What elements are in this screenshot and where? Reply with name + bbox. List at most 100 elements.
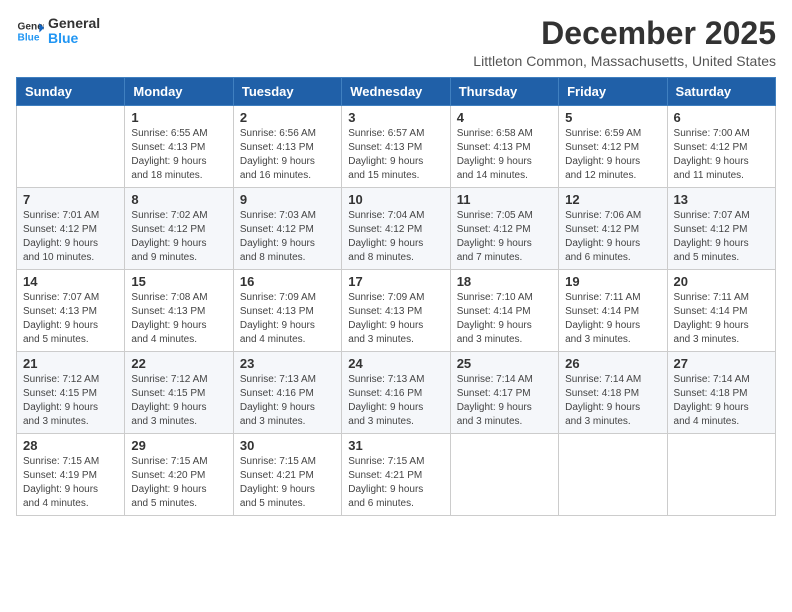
days-header-row: SundayMondayTuesdayWednesdayThursdayFrid… [17,78,776,106]
day-info: Sunrise: 7:05 AMSunset: 4:12 PMDaylight:… [457,209,552,265]
calendar-cell: 26 Sunrise: 7:14 AMSunset: 4:18 PMDayligh… [559,352,667,434]
calendar-cell: 4 Sunrise: 6:58 AMSunset: 4:13 PMDaylight… [450,106,558,188]
location-subtitle: Littleton Common, Massachusetts, United … [473,53,776,69]
header-wednesday: Wednesday [342,78,450,106]
day-info: Sunrise: 7:15 AMSunset: 4:21 PMDaylight:… [348,455,443,511]
calendar-cell: 29Sunrise: 7:15 AMSunset: 4:20 PMDayligh… [125,434,233,516]
calendar-cell: 10 Sunrise: 7:04 AMSunset: 4:12 PMDayligh… [342,188,450,270]
day-number: 22 [131,356,226,371]
calendar-cell: 15Sunrise: 7:08 AMSunset: 4:13 PMDayligh… [125,270,233,352]
day-number: 21 [23,356,118,371]
day-number: 6 [674,110,769,125]
day-number: 20 [674,274,769,289]
day-info: Sunrise: 7:13 AMSunset: 4:16 PMDaylight:… [240,373,335,429]
calendar-cell: 1 Sunrise: 6:55 AMSunset: 4:13 PMDaylight… [125,106,233,188]
day-info: Sunrise: 7:11 AMSunset: 4:14 PMDaylight:… [565,291,660,347]
logo-icon: General Blue [16,17,44,45]
day-info: Sunrise: 7:06 AMSunset: 4:12 PMDaylight:… [565,209,660,265]
week-row-4: 21 Sunrise: 7:12 AMSunset: 4:15 PMDayligh… [17,352,776,434]
day-info: Sunrise: 6:58 AMSunset: 4:13 PMDaylight:… [457,127,552,183]
day-number: 24 [348,356,443,371]
calendar-cell: 7Sunrise: 7:01 AMSunset: 4:12 PMDaylight… [17,188,125,270]
day-info: Sunrise: 7:10 AMSunset: 4:14 PMDaylight:… [457,291,552,347]
day-number: 23 [240,356,335,371]
day-number: 14 [23,274,118,289]
day-info: Sunrise: 7:04 AMSunset: 4:12 PMDaylight:… [348,209,443,265]
day-number: 5 [565,110,660,125]
calendar-cell: 5 Sunrise: 6:59 AMSunset: 4:12 PMDaylight… [559,106,667,188]
calendar-cell: 24 Sunrise: 7:13 AMSunset: 4:16 PMDayligh… [342,352,450,434]
day-info: Sunrise: 6:56 AMSunset: 4:13 PMDaylight:… [240,127,335,183]
day-number: 31 [348,438,443,453]
day-number: 27 [674,356,769,371]
day-number: 1 [131,110,226,125]
day-info: Sunrise: 7:08 AMSunset: 4:13 PMDaylight:… [131,291,226,347]
day-number: 17 [348,274,443,289]
week-row-2: 7Sunrise: 7:01 AMSunset: 4:12 PMDaylight… [17,188,776,270]
calendar-cell: 27 Sunrise: 7:14 AMSunset: 4:18 PMDayligh… [667,352,775,434]
page-header: General Blue General Blue December 2025 … [16,16,776,69]
day-info: Sunrise: 7:03 AMSunset: 4:12 PMDaylight:… [240,209,335,265]
calendar-cell: 8 Sunrise: 7:02 AMSunset: 4:12 PMDaylight… [125,188,233,270]
day-number: 4 [457,110,552,125]
day-number: 29 [131,438,226,453]
day-number: 19 [565,274,660,289]
day-info: Sunrise: 7:15 AMSunset: 4:21 PMDaylight:… [240,455,335,511]
calendar-cell [17,106,125,188]
day-info: Sunrise: 6:59 AMSunset: 4:12 PMDaylight:… [565,127,660,183]
day-number: 11 [457,192,552,207]
header-thursday: Thursday [450,78,558,106]
day-info: Sunrise: 7:12 AMSunset: 4:15 PMDaylight:… [131,373,226,429]
calendar-cell: 20Sunrise: 7:11 AMSunset: 4:14 PMDayligh… [667,270,775,352]
calendar-cell [559,434,667,516]
header-tuesday: Tuesday [233,78,341,106]
week-row-5: 28 Sunrise: 7:15 AMSunset: 4:19 PMDayligh… [17,434,776,516]
day-number: 13 [674,192,769,207]
day-number: 10 [348,192,443,207]
day-number: 2 [240,110,335,125]
title-section: December 2025 Littleton Common, Massachu… [473,16,776,69]
day-info: Sunrise: 7:14 AMSunset: 4:18 PMDaylight:… [565,373,660,429]
header-sunday: Sunday [17,78,125,106]
logo: General Blue General Blue [16,16,100,47]
svg-text:Blue: Blue [18,33,40,44]
day-info: Sunrise: 7:02 AMSunset: 4:12 PMDaylight:… [131,209,226,265]
day-info: Sunrise: 7:14 AMSunset: 4:17 PMDaylight:… [457,373,552,429]
day-number: 25 [457,356,552,371]
day-info: Sunrise: 7:00 AMSunset: 4:12 PMDaylight:… [674,127,769,183]
day-info: Sunrise: 6:55 AMSunset: 4:13 PMDaylight:… [131,127,226,183]
day-number: 28 [23,438,118,453]
day-info: Sunrise: 7:14 AMSunset: 4:18 PMDaylight:… [674,373,769,429]
day-info: Sunrise: 7:09 AMSunset: 4:13 PMDaylight:… [240,291,335,347]
calendar-cell: 6 Sunrise: 7:00 AMSunset: 4:12 PMDaylight… [667,106,775,188]
day-info: Sunrise: 7:09 AMSunset: 4:13 PMDaylight:… [348,291,443,347]
day-info: Sunrise: 7:01 AMSunset: 4:12 PMDaylight:… [23,209,118,265]
day-number: 3 [348,110,443,125]
day-info: Sunrise: 6:57 AMSunset: 4:13 PMDaylight:… [348,127,443,183]
day-info: Sunrise: 7:12 AMSunset: 4:15 PMDaylight:… [23,373,118,429]
calendar-cell [667,434,775,516]
day-info: Sunrise: 7:07 AMSunset: 4:13 PMDaylight:… [23,291,118,347]
day-number: 26 [565,356,660,371]
calendar-cell: 19 Sunrise: 7:11 AMSunset: 4:14 PMDayligh… [559,270,667,352]
calendar-cell: 14 Sunrise: 7:07 AMSunset: 4:13 PMDayligh… [17,270,125,352]
month-year-title: December 2025 [473,16,776,51]
calendar-cell: 16Sunrise: 7:09 AMSunset: 4:13 PMDayligh… [233,270,341,352]
day-number: 9 [240,192,335,207]
calendar-cell: 13 Sunrise: 7:07 AMSunset: 4:12 PMDayligh… [667,188,775,270]
header-friday: Friday [559,78,667,106]
day-info: Sunrise: 7:13 AMSunset: 4:16 PMDaylight:… [348,373,443,429]
day-info: Sunrise: 7:15 AMSunset: 4:19 PMDaylight:… [23,455,118,511]
calendar-cell: 2 Sunrise: 6:56 AMSunset: 4:13 PMDaylight… [233,106,341,188]
day-number: 12 [565,192,660,207]
calendar-cell: 12 Sunrise: 7:06 AMSunset: 4:12 PMDayligh… [559,188,667,270]
week-row-3: 14 Sunrise: 7:07 AMSunset: 4:13 PMDayligh… [17,270,776,352]
day-number: 8 [131,192,226,207]
day-number: 30 [240,438,335,453]
calendar-cell: 21 Sunrise: 7:12 AMSunset: 4:15 PMDayligh… [17,352,125,434]
calendar-cell: 22 Sunrise: 7:12 AMSunset: 4:15 PMDayligh… [125,352,233,434]
day-info: Sunrise: 7:07 AMSunset: 4:12 PMDaylight:… [674,209,769,265]
calendar-table: SundayMondayTuesdayWednesdayThursdayFrid… [16,77,776,516]
calendar-cell: 23 Sunrise: 7:13 AMSunset: 4:16 PMDayligh… [233,352,341,434]
day-number: 18 [457,274,552,289]
